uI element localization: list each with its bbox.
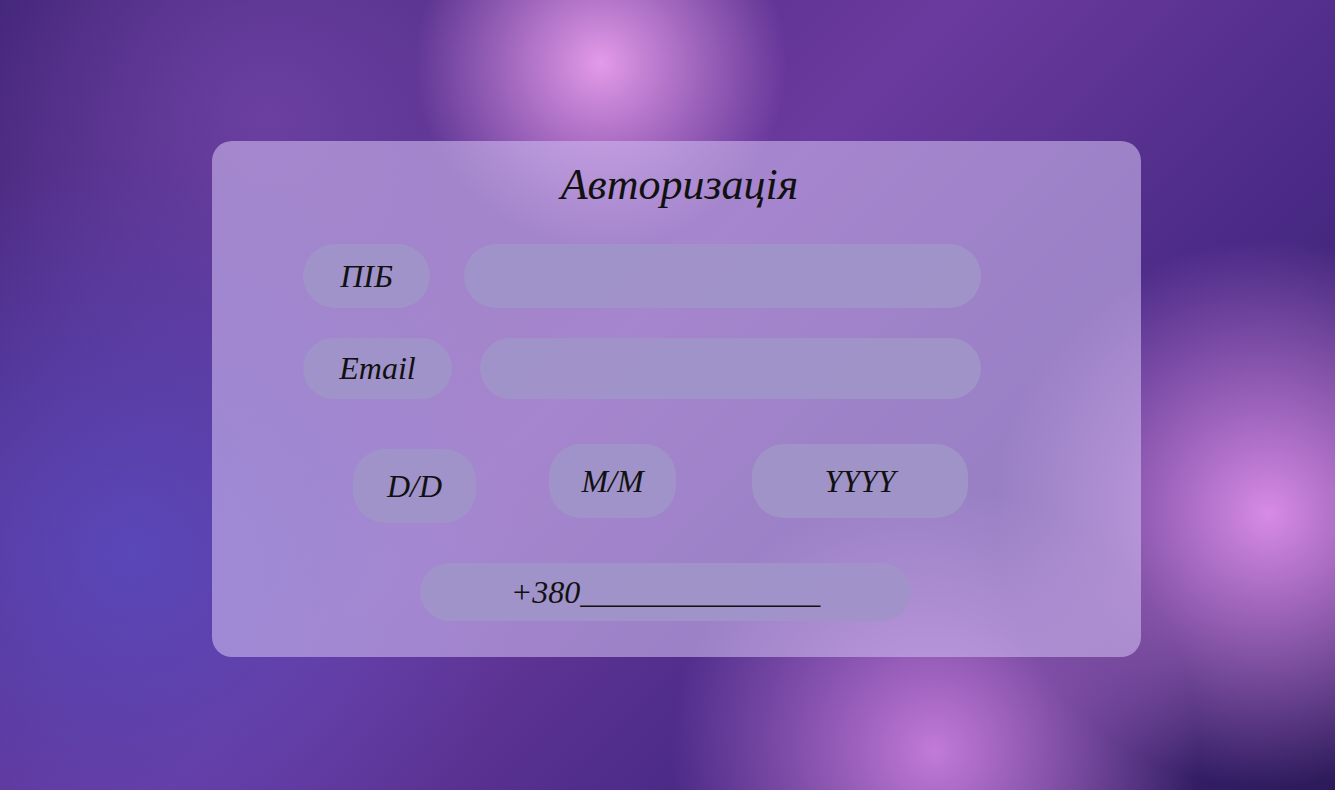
field-label: ПІБ [303,244,430,308]
date-row: D/D M/M YYYY [353,444,1141,523]
text-input[interactable] [480,338,981,399]
phone-input[interactable]: +380_______________ [420,563,911,621]
date-input[interactable]: M/M [549,444,676,518]
form-row: ПІБ [303,244,981,308]
page: Авторизація ПІБ Email D/D M/M YYYY +380_______… [0,0,1335,790]
auth-card: Авторизація ПІБ Email D/D M/M YYYY +380_______… [212,141,1141,657]
form-title: Авторизація [212,155,1141,215]
text-input[interactable] [464,244,981,308]
form-row: Email [303,338,981,399]
date-input[interactable]: D/D [353,449,476,523]
field-label: Email [303,338,452,399]
date-input[interactable]: YYYY [752,444,968,518]
